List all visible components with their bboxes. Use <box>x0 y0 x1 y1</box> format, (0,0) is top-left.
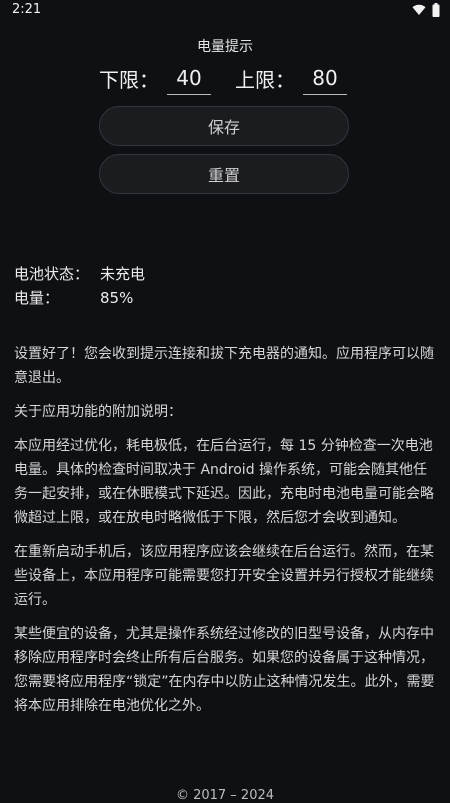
upper-limit-input[interactable]: 80 <box>303 62 347 95</box>
status-time: 2:21 <box>12 2 42 17</box>
description-paragraph: 某些便宜的设备，尤其是操作系统经过修改的旧型号设备，从内存中移除应用程序时会终止… <box>14 626 435 714</box>
description-paragraph: 关于应用功能的附加说明： <box>14 404 182 420</box>
limits-row: 下限： 40 上限： 80 <box>0 62 450 96</box>
lower-limit-label: 下限： <box>99 68 159 92</box>
battery-state-row: 电池状态： 未充电 <box>14 262 314 286</box>
battery-status-block: 电池状态： 未充电 电量： 85% <box>14 262 314 310</box>
status-icons <box>412 3 440 17</box>
battery-state-value: 未充电 <box>100 265 146 283</box>
reset-button[interactable]: 重置 <box>99 154 349 194</box>
description-paragraph: 设置好了！您会收到提示连接和拔下充电器的通知。应用程序可以随意退出。 <box>14 346 434 386</box>
battery-icon <box>432 3 440 17</box>
battery-level-row: 电量： 85% <box>14 286 314 310</box>
footer-copyright: © 2017 – 2024 <box>175 788 275 803</box>
upper-limit-label: 上限： <box>235 68 295 92</box>
page-title: 电量提示 <box>197 39 253 55</box>
battery-level-label: 电量： <box>14 289 60 307</box>
lower-limit-input[interactable]: 40 <box>167 62 211 95</box>
description-paragraph: 在重新启动手机后，该应用程序应该会继续在后台运行。然而，在某些设备上，本应用程序… <box>14 544 434 608</box>
battery-state-label: 电池状态： <box>14 265 90 283</box>
battery-level-value: 85% <box>100 289 134 307</box>
description-paragraph: 本应用经过优化，耗电极低，在后台运行，每 15 分钟检查一次电池电量。具体的检查… <box>14 438 434 526</box>
save-button[interactable]: 保存 <box>99 106 349 146</box>
description: 设置好了！您会收到提示连接和拔下充电器的通知。应用程序可以随意退出。 关于应用功… <box>14 342 436 728</box>
wifi-icon <box>412 4 426 16</box>
status-bar: 2:21 <box>0 0 450 20</box>
